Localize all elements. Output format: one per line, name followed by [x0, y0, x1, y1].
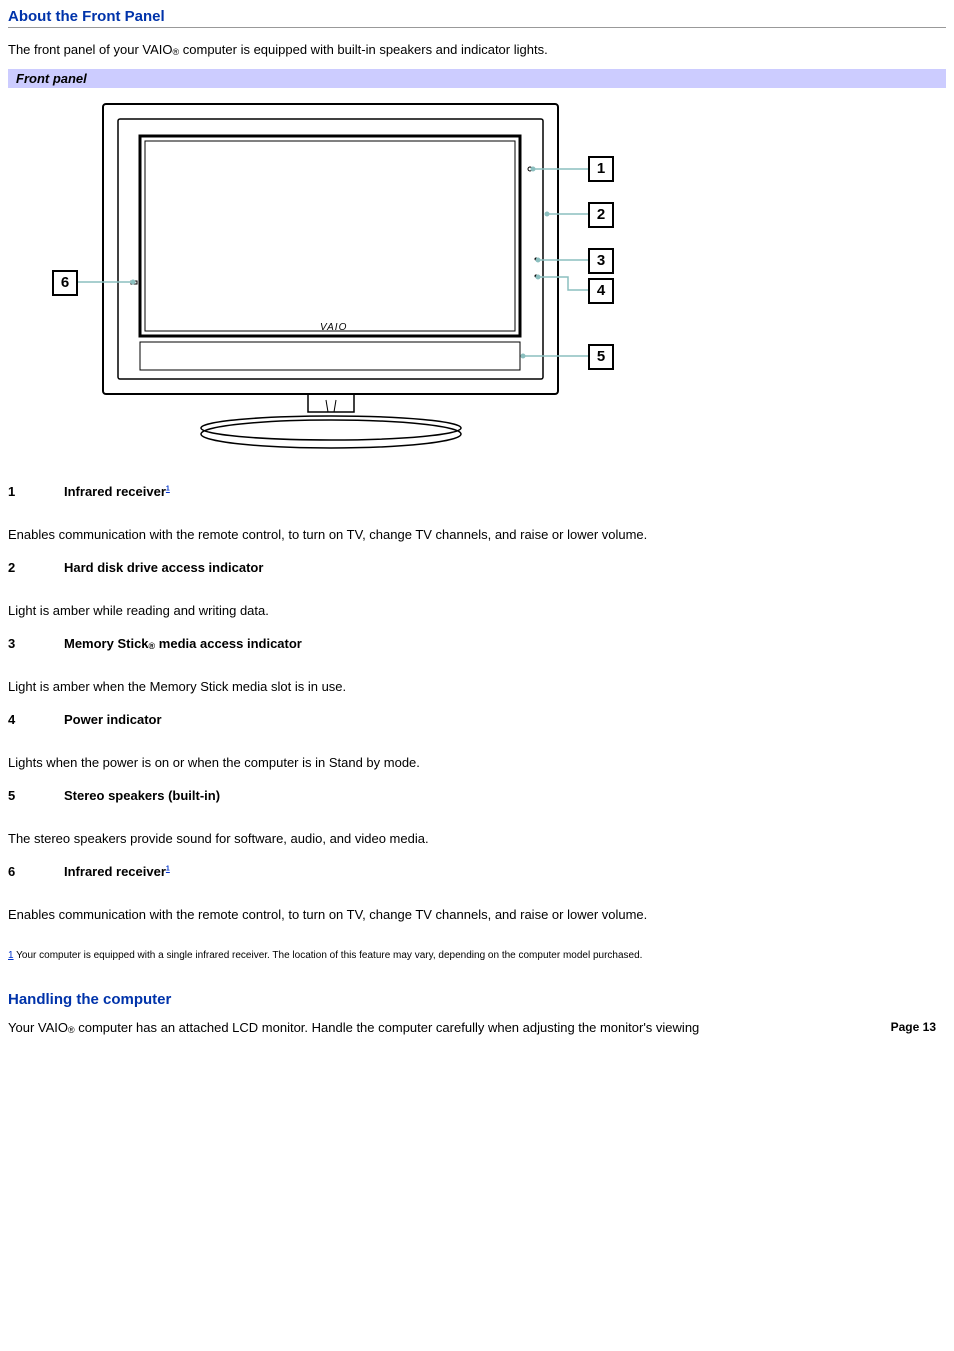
- item-num: 3: [8, 636, 64, 651]
- item-desc-3: Light is amber when the Memory Stick med…: [8, 679, 946, 694]
- body-post: computer has an attached LCD monitor. Ha…: [75, 1020, 700, 1035]
- item-label: Power indicator: [64, 712, 162, 727]
- item-num: 4: [8, 712, 64, 727]
- reg-symbol: ®: [173, 47, 180, 57]
- reg-symbol: ®: [149, 641, 156, 651]
- item-label: Hard disk drive access indicator: [64, 560, 263, 575]
- callout-1: 1: [588, 156, 614, 182]
- label-text: Infrared receiver: [64, 864, 166, 879]
- callout-5: 5: [588, 344, 614, 370]
- callout-6: 6: [52, 270, 78, 296]
- item-num: 2: [8, 560, 64, 575]
- monitor-svg: [48, 94, 648, 464]
- intro-pre: The front panel of your VAIO: [8, 42, 173, 57]
- item-label: Memory Stick® media access indicator: [64, 636, 302, 651]
- footnote: 1 Your computer is equipped with a singl…: [8, 950, 946, 961]
- footnote-text: Your computer is equipped with a single …: [14, 950, 643, 961]
- item-desc-6: Enables communication with the remote co…: [8, 907, 946, 922]
- item-row-1: 1 Infrared receiver1: [8, 484, 946, 499]
- callout-2: 2: [588, 202, 614, 228]
- item-num: 5: [8, 788, 64, 803]
- footnote-ref-link[interactable]: 1: [166, 486, 170, 493]
- callout-3: 3: [588, 248, 614, 274]
- body-pre: Your VAIO: [8, 1020, 68, 1035]
- label-post: media access indicator: [155, 636, 302, 651]
- section-title-2: Handling the computer: [8, 991, 946, 1008]
- section2-body: Your VAIO® computer has an attached LCD …: [8, 1020, 946, 1035]
- item-row-4: 4 Power indicator: [8, 712, 946, 727]
- item-desc-1: Enables communication with the remote co…: [8, 527, 946, 542]
- intro-post: computer is equipped with built-in speak…: [179, 42, 548, 57]
- callout-4: 4: [588, 278, 614, 304]
- panel-header: Front panel: [8, 69, 946, 88]
- label-pre: Memory Stick: [64, 636, 149, 651]
- front-panel-diagram: VAIO 1 2 3 4 5 6: [48, 94, 648, 464]
- intro-text: The front panel of your VAIO® computer i…: [8, 42, 946, 57]
- label-text: Infrared receiver: [64, 484, 166, 499]
- item-num: 6: [8, 864, 64, 879]
- item-desc-2: Light is amber while reading and writing…: [8, 603, 946, 618]
- item-label: Infrared receiver1: [64, 484, 170, 499]
- reg-symbol: ®: [68, 1025, 75, 1035]
- item-row-3: 3 Memory Stick® media access indicator: [8, 636, 946, 651]
- item-label: Stereo speakers (built-in): [64, 788, 220, 803]
- page-number: Page 13: [891, 1020, 936, 1034]
- footnote-ref-link[interactable]: 1: [166, 866, 170, 873]
- item-row-5: 5 Stereo speakers (built-in): [8, 788, 946, 803]
- item-desc-4: Lights when the power is on or when the …: [8, 755, 946, 770]
- section-title: About the Front Panel: [8, 8, 946, 28]
- item-row-2: 2 Hard disk drive access indicator: [8, 560, 946, 575]
- item-desc-5: The stereo speakers provide sound for so…: [8, 831, 946, 846]
- vaio-logo: VAIO: [320, 322, 347, 333]
- item-num: 1: [8, 484, 64, 499]
- item-label: Infrared receiver1: [64, 864, 170, 879]
- item-row-6: 6 Infrared receiver1: [8, 864, 946, 879]
